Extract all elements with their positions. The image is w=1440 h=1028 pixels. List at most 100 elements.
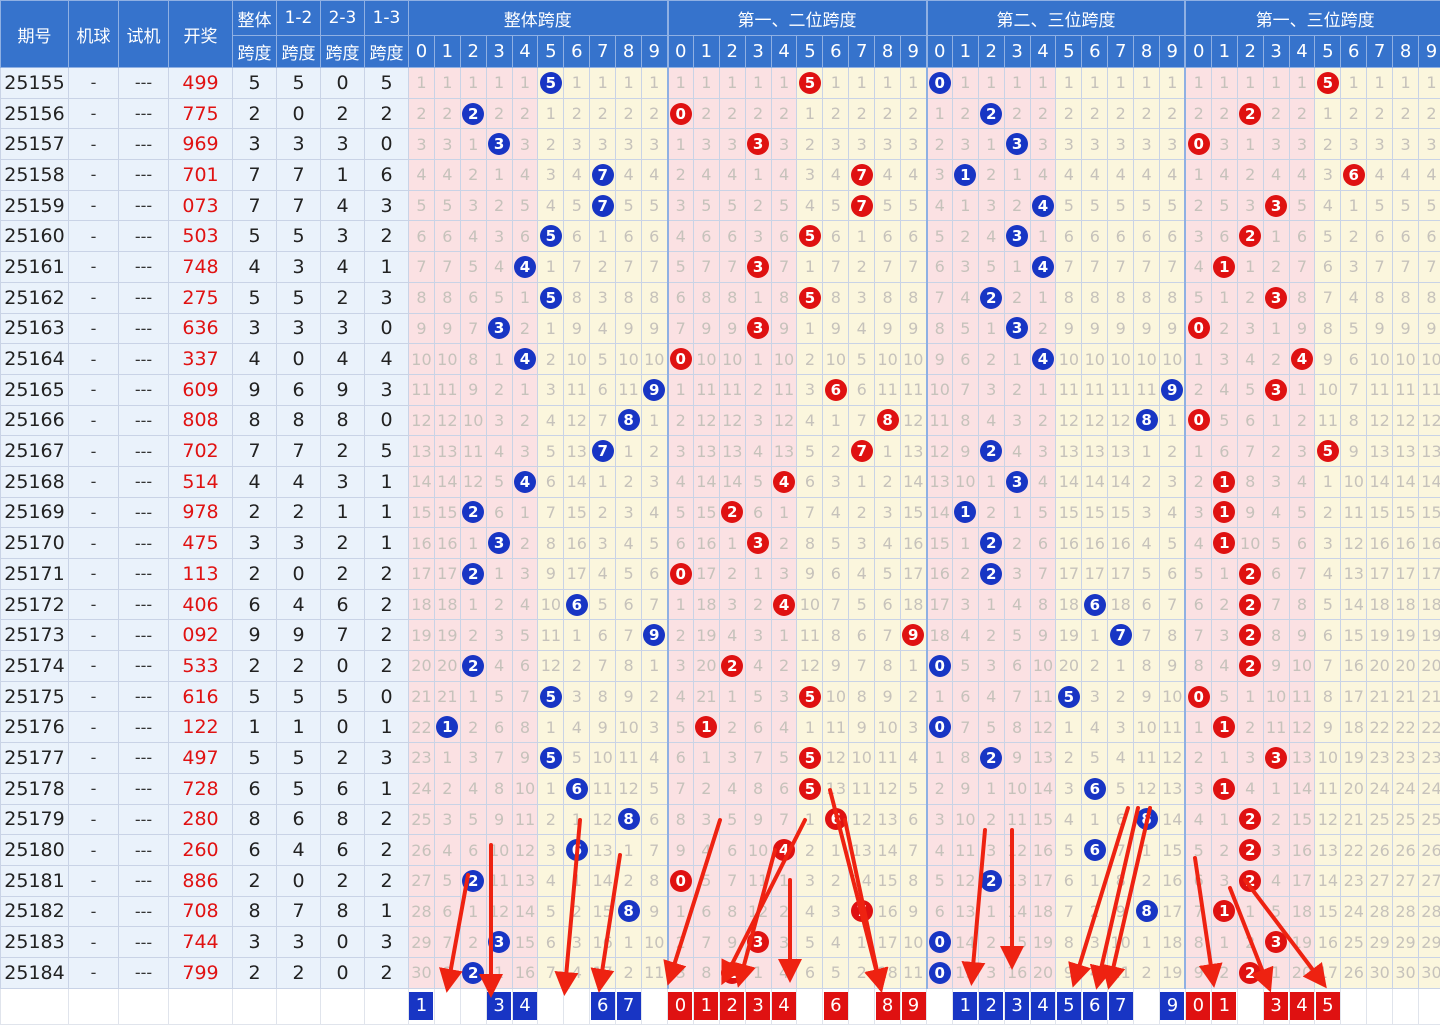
omission-count: 15 xyxy=(511,926,539,958)
hit-ball-s12: 2 xyxy=(718,956,746,989)
omission-count: 10 xyxy=(1081,343,1109,375)
period-cell: 25181 xyxy=(0,864,69,897)
omission-count: 2 xyxy=(615,465,643,498)
omission-count: 1 xyxy=(951,67,979,99)
omission-count: 1 xyxy=(692,742,720,774)
omission-count: 2 xyxy=(1107,97,1135,130)
omission-count: 3 xyxy=(485,404,513,437)
omission-count: 11 xyxy=(718,373,746,406)
span-value-s23: 6 xyxy=(320,772,365,805)
span-value-s12: 3 xyxy=(276,128,321,161)
span-value-s12: 7 xyxy=(276,895,321,928)
omission-count: 8 xyxy=(485,772,513,805)
omission-count: 1 xyxy=(718,680,746,713)
hit-ball-s13: 3 xyxy=(1262,189,1290,222)
omission-count: 5 xyxy=(848,343,876,375)
omission-count: 2 xyxy=(511,404,539,437)
forecast-box: 4 xyxy=(1031,992,1055,1021)
omission-count: 2 xyxy=(1210,588,1238,621)
forecast-cell-s12: 2 xyxy=(718,987,746,1025)
omission-count: 2 xyxy=(1314,496,1342,529)
omission-count: 3 xyxy=(1417,128,1440,161)
omission-count: 17 xyxy=(1159,895,1187,928)
omission-count: 3 xyxy=(563,926,591,958)
omission-count: 13 xyxy=(1340,558,1368,590)
hit-ball-s12: 3 xyxy=(744,251,772,283)
draw-number-cell: 113 xyxy=(168,558,233,590)
omission-count: 4 xyxy=(1081,159,1109,191)
omission-count: 3 xyxy=(1236,312,1264,345)
omission-count: 14 xyxy=(1340,588,1368,621)
draw-number-cell: 748 xyxy=(168,251,233,283)
omission-count: 9 xyxy=(718,312,746,345)
omission-count: 3 xyxy=(692,128,720,161)
omission-count: 2 xyxy=(1236,281,1264,314)
omission-count: 6 xyxy=(796,956,824,989)
omission-count: 8 xyxy=(1288,588,1316,621)
group-header-s23: 第二、三位跨度 xyxy=(926,0,1187,36)
omission-count: 3 xyxy=(1314,527,1342,559)
draw-number-cell: 533 xyxy=(168,650,233,682)
hit-ball-s13: 3 xyxy=(1262,281,1290,314)
omission-count: 8 xyxy=(1107,281,1135,314)
omission-count: 3 xyxy=(718,128,746,161)
draw-row: 25173- --- 092 9 9 7 2 19 19 2 3 5 11 1 6 7 9 2 19 4 3 1 11 8 6 7… xyxy=(0,619,1440,652)
omission-count: 6 xyxy=(1133,220,1161,253)
omission-count: 8 xyxy=(1340,404,1368,437)
omission-count: 16 xyxy=(1081,527,1109,559)
omission-count: 16 xyxy=(926,558,953,590)
omission-count: 2 xyxy=(1184,373,1212,406)
omission-count: 27 xyxy=(1417,864,1440,897)
omission-count: 25 xyxy=(1340,926,1368,958)
omission-count: 29 xyxy=(1366,926,1394,958)
hit-ball-s13: 2 xyxy=(1236,803,1264,836)
omission-count: 4 xyxy=(1210,159,1238,191)
span-value-s13: 2 xyxy=(364,803,409,836)
span-value-s13: 6 xyxy=(364,159,409,191)
omission-count: 1 xyxy=(926,680,953,713)
hit-ball: 9 xyxy=(1161,378,1184,401)
draw-row: 25176- --- 122 1 1 0 1 22 1 2 6 8 1 4 9 10 3 5 1 2 6 4 1 11 9 10 3… xyxy=(0,711,1440,744)
trial-cell: --- xyxy=(118,588,169,621)
omission-count: 1 xyxy=(1159,67,1187,99)
omission-count: 2 xyxy=(485,97,513,130)
omission-count: 15 xyxy=(874,864,902,897)
omission-count: 4 xyxy=(1133,159,1161,191)
trial-cell: --- xyxy=(118,864,169,897)
omission-count: 7 xyxy=(1314,650,1342,682)
forecast-cell-s13 xyxy=(1236,987,1264,1025)
omission-count: 11 xyxy=(1081,373,1109,406)
omission-count: 6 xyxy=(667,281,694,314)
omission-count: 11 xyxy=(796,619,824,652)
omission-count: 6 xyxy=(563,220,591,253)
omission-count: 1 xyxy=(459,680,487,713)
omission-count: 3 xyxy=(1288,128,1316,161)
omission-count: 1 xyxy=(977,67,1005,99)
omission-count: 9 xyxy=(951,772,979,805)
omission-count: 13 xyxy=(589,834,617,866)
hit-ball: 5 xyxy=(539,225,562,248)
omission-count: 1 xyxy=(848,67,876,99)
omission-count: 2 xyxy=(1184,465,1212,498)
hit-ball: 5 xyxy=(798,777,821,800)
span-value-s23: 8 xyxy=(320,895,365,928)
omission-count: 19 xyxy=(408,619,435,652)
draw-number-cell: 701 xyxy=(168,159,233,191)
omission-count: 3 xyxy=(641,128,669,161)
omission-count: 1 xyxy=(641,404,669,437)
period-cell: 25170 xyxy=(0,527,69,559)
omission-count: 1 xyxy=(1184,435,1212,467)
omission-count: 5 xyxy=(1081,189,1109,222)
forecast-cell-all: 1 xyxy=(408,987,435,1025)
omission-count: 14 xyxy=(1055,465,1083,498)
span-value-all: 3 xyxy=(232,312,277,345)
omission-count: 7 xyxy=(1417,251,1440,283)
hit-ball-s13: 2 xyxy=(1236,220,1264,253)
omission-count: 9 xyxy=(874,312,902,345)
omission-count: 8 xyxy=(1055,281,1083,314)
omission-count: 6 xyxy=(718,220,746,253)
digit-header-s13-9: 9 xyxy=(1417,35,1440,68)
omission-count: 5 xyxy=(615,189,643,222)
omission-count: 9 xyxy=(1288,312,1316,345)
hit-ball-s12: 0 xyxy=(667,343,694,375)
